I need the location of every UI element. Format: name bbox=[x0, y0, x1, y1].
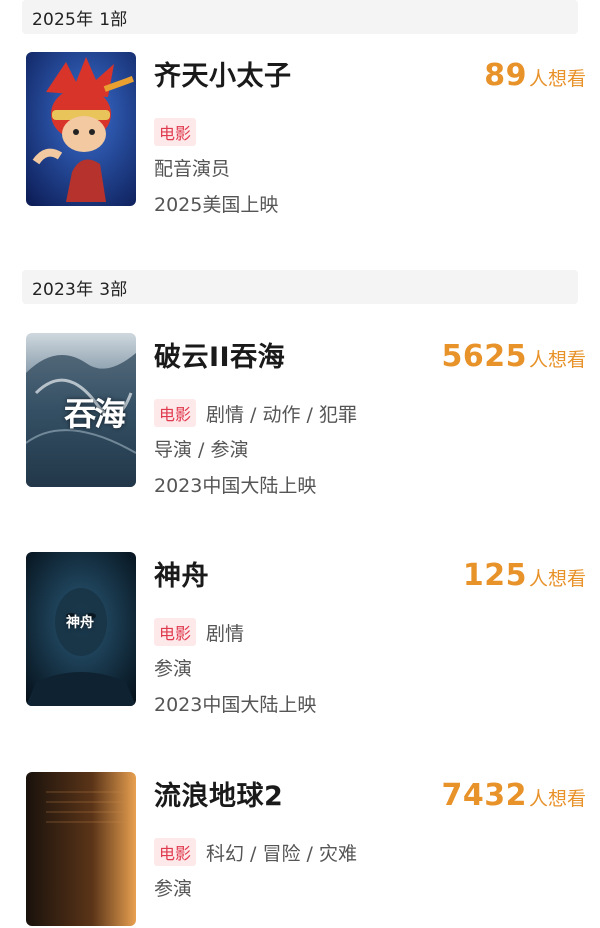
want-to-see: 125 人想看 bbox=[463, 558, 586, 593]
want-suffix: 人想看 bbox=[528, 788, 586, 810]
tag-line: 电影 科幻 / 冒险 / 灾难 bbox=[154, 838, 357, 866]
genres: 剧情 / 动作 / 犯罪 bbox=[206, 403, 357, 426]
release-info: 2025美国上映 bbox=[154, 194, 279, 216]
movie-title[interactable]: 破云II吞海 bbox=[154, 335, 285, 374]
release-info: 2023中国大陆上映 bbox=[154, 475, 317, 497]
role: 参演 bbox=[154, 658, 193, 680]
list-item-shenzhou[interactable]: 神舟 神舟 125 人想看 电影 剧情 参演 2023中国大陆上映 bbox=[26, 552, 586, 716]
poster-title: 神舟 bbox=[66, 615, 94, 631]
section-header-2025: 2025年 1部 bbox=[22, 0, 578, 34]
role: 配音演员 bbox=[154, 158, 231, 180]
want-count: 125 bbox=[462, 558, 527, 593]
section-count: 1部 bbox=[99, 9, 128, 30]
genres: 科幻 / 冒险 / 灾难 bbox=[206, 842, 357, 865]
poster-image[interactable]: 吞海 bbox=[26, 333, 136, 487]
tag-line: 电影 剧情 bbox=[154, 618, 244, 646]
poster-image[interactable]: 神舟 bbox=[26, 552, 136, 706]
list-item-poyun[interactable]: 吞海 破云II吞海 5625 人想看 电影 剧情 / 动作 / 犯罪 导演 / 参… bbox=[26, 333, 586, 497]
type-badge: 电影 bbox=[154, 118, 197, 146]
section-year: 2023年 bbox=[32, 279, 94, 300]
genres: 剧情 bbox=[206, 622, 245, 645]
poster-image[interactable] bbox=[26, 52, 136, 206]
want-to-see: 5625 人想看 bbox=[441, 339, 586, 374]
want-suffix: 人想看 bbox=[528, 349, 586, 371]
tag-line: 电影 剧情 / 动作 / 犯罪 bbox=[154, 399, 357, 427]
want-suffix: 人想看 bbox=[528, 568, 586, 590]
want-to-see: 89 人想看 bbox=[484, 58, 586, 93]
type-badge: 电影 bbox=[154, 399, 197, 427]
list-item-qitian[interactable]: 齐天小太子 89 人想看 电影 配音演员 2025美国上映 bbox=[26, 52, 586, 216]
release-info: 2023中国大陆上映 bbox=[154, 694, 317, 716]
want-count: 7432 bbox=[441, 778, 527, 813]
section-header-2023: 2023年 3部 bbox=[22, 270, 578, 304]
tag-line: 电影 bbox=[154, 118, 206, 146]
role: 导演 / 参演 bbox=[154, 439, 249, 461]
want-count: 89 bbox=[484, 58, 527, 93]
section-year: 2025年 bbox=[32, 9, 94, 30]
type-badge: 电影 bbox=[154, 618, 197, 646]
poster-image[interactable] bbox=[26, 772, 136, 926]
movie-title[interactable]: 齐天小太子 bbox=[154, 54, 292, 93]
movie-title[interactable]: 神舟 bbox=[154, 554, 209, 593]
want-count: 5625 bbox=[441, 339, 527, 374]
poster-title: 吞海 bbox=[64, 395, 126, 433]
want-suffix: 人想看 bbox=[528, 68, 586, 90]
want-to-see: 7432 人想看 bbox=[441, 778, 586, 813]
movie-title[interactable]: 流浪地球2 bbox=[154, 774, 283, 813]
type-badge: 电影 bbox=[154, 838, 197, 866]
list-item-liulang[interactable]: 流浪地球2 7432 人想看 电影 科幻 / 冒险 / 灾难 参演 bbox=[26, 772, 586, 928]
section-count: 3部 bbox=[99, 279, 128, 300]
